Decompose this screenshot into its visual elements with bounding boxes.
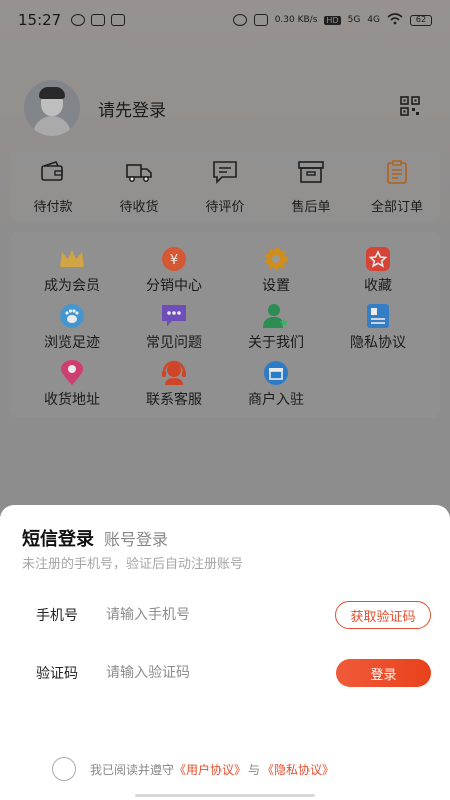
code-input[interactable] — [106, 659, 316, 687]
phone-row: 手机号 获取验证码 — [0, 595, 450, 635]
home-indicator[interactable] — [135, 794, 315, 797]
code-row: 验证码 登录 — [0, 653, 450, 693]
tab-account-login[interactable]: 账号登录 — [104, 526, 168, 550]
agreement-row: 我已阅读并遵守 《用户协议》 与 《隐私协议》 — [52, 757, 334, 781]
user-agreement-link[interactable]: 《用户协议》 — [174, 761, 246, 778]
code-label: 验证码 — [36, 666, 78, 682]
agreement-checkbox[interactable] — [52, 757, 76, 781]
login-tabs: 短信登录 账号登录 — [22, 525, 168, 551]
agreement-text: 我已阅读并遵守 — [90, 762, 175, 777]
privacy-agreement-link[interactable]: 《隐私协议》 — [262, 761, 334, 778]
register-hint: 未注册的手机号，验证后自动注册账号 — [22, 557, 244, 572]
phone-input[interactable] — [106, 601, 316, 629]
get-code-button[interactable]: 获取验证码 — [335, 601, 431, 629]
login-sheet: 短信登录 账号登录 未注册的手机号，验证后自动注册账号 手机号 获取验证码 验证… — [0, 505, 450, 800]
tab-sms-login[interactable]: 短信登录 — [22, 525, 94, 551]
phone-label: 手机号 — [36, 608, 78, 624]
login-button[interactable]: 登录 — [336, 659, 431, 687]
agreement-and: 与 — [248, 762, 261, 777]
